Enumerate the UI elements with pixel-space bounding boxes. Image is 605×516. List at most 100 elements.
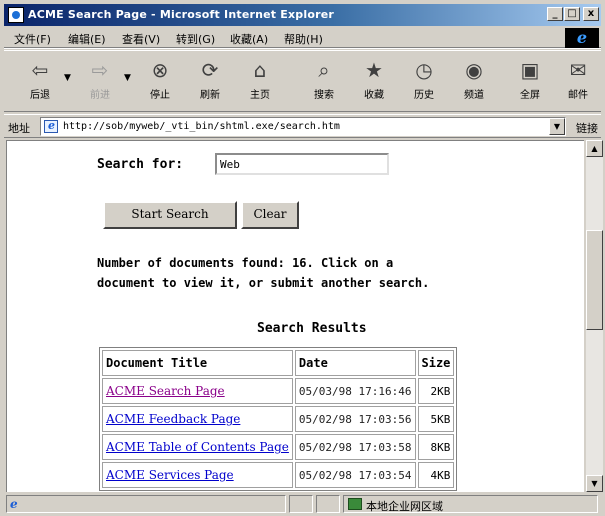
search-icon: ⌕ — [318, 58, 330, 82]
links-button[interactable]: 链接 — [576, 120, 598, 136]
table-row: ACME Search Page 05/03/98 17:16:46 2KB — [102, 378, 455, 404]
back-label: 后退 — [30, 90, 50, 101]
address-bar: 地址 http://sob/myweb/_vti_bin/shtml.exe/s… — [4, 114, 601, 138]
status-bar: e 本地企业网区域 — [4, 494, 601, 514]
results-count-text: Number of documents found: 16. Click on … — [97, 253, 577, 293]
column-header-date: Date — [294, 350, 416, 376]
title-cell: ACME Feedback Page — [102, 406, 293, 432]
intranet-zone-icon — [348, 498, 362, 510]
results-info-line-2: document to view it, or submit another s… — [97, 276, 430, 290]
ie-app-icon[interactable] — [8, 7, 24, 23]
results-info-line-1: Number of documents found: 16. Click on … — [97, 256, 394, 270]
home-label: 主页 — [250, 90, 270, 101]
forward-button[interactable]: ⇨ 前进 — [78, 55, 122, 111]
scrollbar-thumb[interactable] — [586, 230, 603, 330]
favorites-label: 收藏 — [364, 90, 384, 101]
mail-label: 邮件 — [568, 90, 588, 101]
favorites-button[interactable]: ★ 收藏 — [352, 55, 396, 111]
document-link[interactable]: ACME Services Page — [106, 468, 234, 482]
menu-view[interactable]: 查看(V) — [122, 31, 160, 47]
page-icon — [44, 119, 58, 133]
forward-dropdown-icon[interactable]: ▼ — [124, 73, 131, 83]
history-icon: ◷ — [415, 58, 433, 82]
status-panel-progress — [289, 495, 313, 513]
mail-button[interactable]: ✉ 邮件 — [556, 55, 600, 111]
size-cell: 8KB — [417, 434, 455, 460]
document-link[interactable]: ACME Feedback Page — [106, 412, 240, 426]
menu-file[interactable]: 文件(F) — [14, 31, 51, 47]
stop-icon: ⊗ — [151, 58, 169, 82]
table-row: ACME Table of Contents Page 05/02/98 17:… — [102, 434, 455, 460]
channels-label: 频道 — [464, 90, 484, 101]
security-zone-text: 本地企业网区域 — [366, 500, 443, 513]
scroll-up-icon[interactable]: ▲ — [586, 140, 603, 157]
search-results-heading: Search Results — [257, 321, 367, 336]
forward-arrow-icon: ⇨ — [91, 58, 109, 82]
fullscreen-label: 全屏 — [520, 90, 540, 101]
ie-throbber-icon: e — [565, 28, 599, 48]
fullscreen-icon: ▣ — [520, 58, 540, 82]
menu-favorites[interactable]: 收藏(A) — [230, 31, 268, 47]
address-dropdown-icon[interactable]: ▼ — [549, 118, 565, 135]
refresh-icon: ⟳ — [201, 58, 219, 82]
standard-toolbar: ⇦ 后退 ▼ ⇨ 前进 ▼ ⊗ 停止 ⟳ 刷新 ⌂ 主页 ⌕ 搜索 ★ 收藏 ◷… — [4, 50, 601, 112]
table-row: ACME Feedback Page 05/02/98 17:03:56 5KB — [102, 406, 455, 432]
stop-button[interactable]: ⊗ 停止 — [138, 55, 182, 111]
address-url[interactable]: http://sob/myweb/_vti_bin/shtml.exe/sear… — [63, 121, 340, 132]
window-title: ACME Search Page - Microsoft Internet Ex… — [28, 8, 335, 21]
favorites-icon: ★ — [365, 58, 383, 82]
status-panel-security — [316, 495, 340, 513]
column-header-size: Size — [417, 350, 455, 376]
back-button[interactable]: ⇦ 后退 — [18, 55, 62, 111]
table-row: ACME Services Page 05/02/98 17:03:54 4KB — [102, 462, 455, 488]
status-zone-panel: 本地企业网区域 — [343, 495, 598, 513]
home-icon: ⌂ — [253, 58, 267, 82]
history-label: 历史 — [414, 90, 434, 101]
menu-edit[interactable]: 编辑(E) — [68, 31, 106, 47]
document-link[interactable]: ACME Table of Contents Page — [106, 440, 289, 454]
status-text-panel: e — [6, 495, 286, 513]
mail-icon: ✉ — [569, 58, 587, 82]
title-bar[interactable]: ACME Search Page - Microsoft Internet Ex… — [4, 4, 601, 26]
title-cell: ACME Services Page — [102, 462, 293, 488]
start-search-button[interactable]: Start Search — [103, 201, 237, 229]
search-for-label: Search for: — [97, 157, 184, 172]
title-cell: ACME Table of Contents Page — [102, 434, 293, 460]
page-viewport: Search for: Start Search Clear Number of… — [6, 140, 584, 492]
address-input[interactable]: http://sob/myweb/_vti_bin/shtml.exe/sear… — [40, 117, 566, 136]
document-link[interactable]: ACME Search Page — [106, 384, 225, 398]
back-dropdown-icon[interactable]: ▼ — [64, 73, 71, 83]
vertical-scrollbar[interactable]: ▲ ▼ — [586, 140, 603, 492]
refresh-button[interactable]: ⟳ 刷新 — [188, 55, 232, 111]
table-header-row: Document Title Date Size — [102, 350, 455, 376]
date-cell: 05/03/98 17:16:46 — [294, 378, 416, 404]
maximize-button[interactable]: □ — [564, 7, 580, 21]
address-label: 地址 — [8, 122, 30, 135]
menu-help[interactable]: 帮助(H) — [284, 31, 323, 47]
search-results-table: Document Title Date Size ACME Search Pag… — [99, 347, 458, 491]
browser-window: ACME Search Page - Microsoft Internet Ex… — [0, 0, 605, 516]
menu-go[interactable]: 转到(G) — [176, 31, 215, 47]
fullscreen-button[interactable]: ▣ 全屏 — [508, 55, 552, 111]
menu-bar: 文件(F) 编辑(E) 查看(V) 转到(G) 收藏(A) 帮助(H) e — [4, 28, 601, 48]
channels-button[interactable]: ◉ 频道 — [452, 55, 496, 111]
search-button[interactable]: ⌕ 搜索 — [302, 55, 346, 111]
search-input[interactable] — [215, 153, 389, 175]
clear-button[interactable]: Clear — [241, 201, 299, 229]
close-button[interactable]: x — [583, 7, 599, 21]
back-arrow-icon: ⇦ — [31, 58, 49, 82]
size-cell: 2KB — [417, 378, 455, 404]
refresh-label: 刷新 — [200, 90, 220, 101]
home-button[interactable]: ⌂ 主页 — [238, 55, 282, 111]
date-cell: 05/02/98 17:03:56 — [294, 406, 416, 432]
scroll-down-icon[interactable]: ▼ — [586, 475, 603, 492]
search-label: 搜索 — [314, 90, 334, 101]
title-cell: ACME Search Page — [102, 378, 293, 404]
forward-label: 前进 — [90, 90, 110, 101]
minimize-button[interactable]: _ — [547, 7, 563, 21]
size-cell: 4KB — [417, 462, 455, 488]
size-cell: 5KB — [417, 406, 455, 432]
column-header-title: Document Title — [102, 350, 293, 376]
channels-icon: ◉ — [465, 58, 483, 82]
history-button[interactable]: ◷ 历史 — [402, 55, 446, 111]
